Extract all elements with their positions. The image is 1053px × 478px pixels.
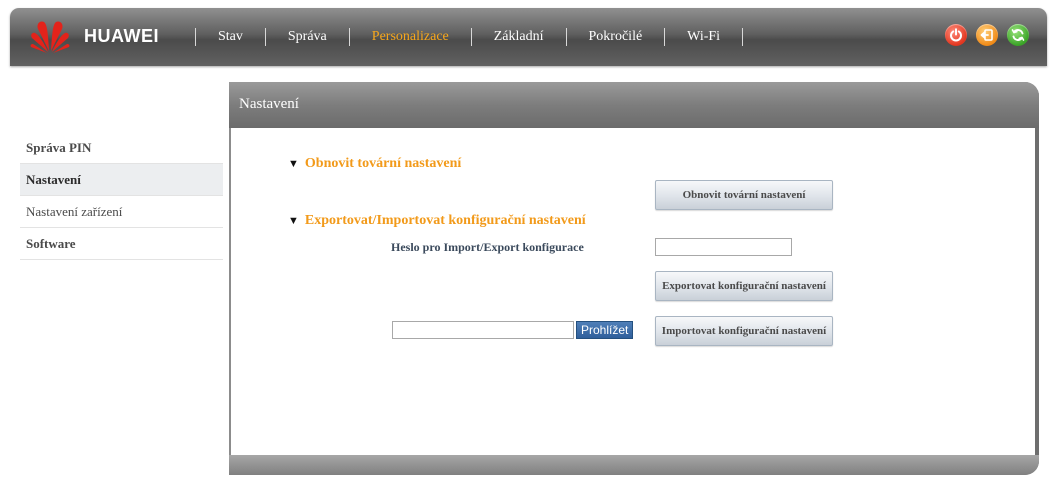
factory-reset-title-text: Obnovit tovární nastavení <box>304 156 462 171</box>
config-password-input[interactable] <box>655 238 792 256</box>
main-nav: Stav Správa Personalizace Základní Pokro… <box>195 8 744 66</box>
nav-item-wifi[interactable]: Wi-Fi <box>665 29 742 45</box>
sidebar-item-sprava-pin[interactable]: Správa PIN <box>20 132 223 164</box>
panel-title: Nastavení <box>239 96 299 112</box>
expand-triangle-icon: ▼ <box>288 158 299 170</box>
browse-button[interactable]: Prohlížet <box>576 321 634 339</box>
expand-triangle-icon: ▼ <box>288 215 299 227</box>
panel-header: Nastavení <box>229 82 1039 128</box>
brand-name: HUAWEI <box>84 26 159 46</box>
config-section-title: ▼ Exportovat/Importovat konfigurační nast… <box>288 213 586 229</box>
factory-reset-section-title: ▼ Obnovit tovární nastavení <box>288 156 461 172</box>
sidebar-item-nastaveni-zarizeni[interactable]: Nastavení zařízení <box>20 196 223 228</box>
nav-separator <box>742 28 744 46</box>
factory-reset-button[interactable]: Obnovit tovární nastavení <box>655 180 833 210</box>
nav-item-zakladni[interactable]: Základní <box>472 29 566 45</box>
settings-panel: Nastavení ▼ Obnovit tovární nastavení Obn… <box>229 82 1039 475</box>
power-icon[interactable] <box>945 24 967 46</box>
nav-item-pokrocile[interactable]: Pokročilé <box>567 29 665 45</box>
top-navigation-bar: HUAWEI Stav Správa Personalizace Základn… <box>10 8 1047 66</box>
export-config-button[interactable]: Exportovat konfigurační nastavení <box>655 271 833 301</box>
config-password-label: Heslo pro Import/Export konfigurace <box>391 240 584 254</box>
nav-item-personalizace[interactable]: Personalizace <box>350 29 471 45</box>
import-config-button[interactable]: Importovat konfigurační nastavení <box>655 316 833 346</box>
refresh-icon[interactable] <box>1007 24 1029 46</box>
sidebar-item-software[interactable]: Software <box>20 228 223 260</box>
sidebar-item-nastaveni[interactable]: Nastavení <box>20 164 223 196</box>
nav-item-stav[interactable]: Stav <box>196 29 265 45</box>
logout-icon[interactable] <box>976 24 998 46</box>
sidebar-menu: Správa PIN Nastavení Nastavení zařízení … <box>20 132 223 260</box>
nav-item-sprava[interactable]: Správa <box>266 29 349 45</box>
import-file-input[interactable] <box>392 321 574 339</box>
panel-body: ▼ Obnovit tovární nastavení Obnovit továr… <box>231 128 1035 455</box>
config-title-text: Exportovat/Importovat konfigurační nasta… <box>304 213 586 228</box>
panel-footer <box>229 455 1039 475</box>
huawei-logo-icon <box>30 21 70 53</box>
top-icons <box>945 24 1029 46</box>
